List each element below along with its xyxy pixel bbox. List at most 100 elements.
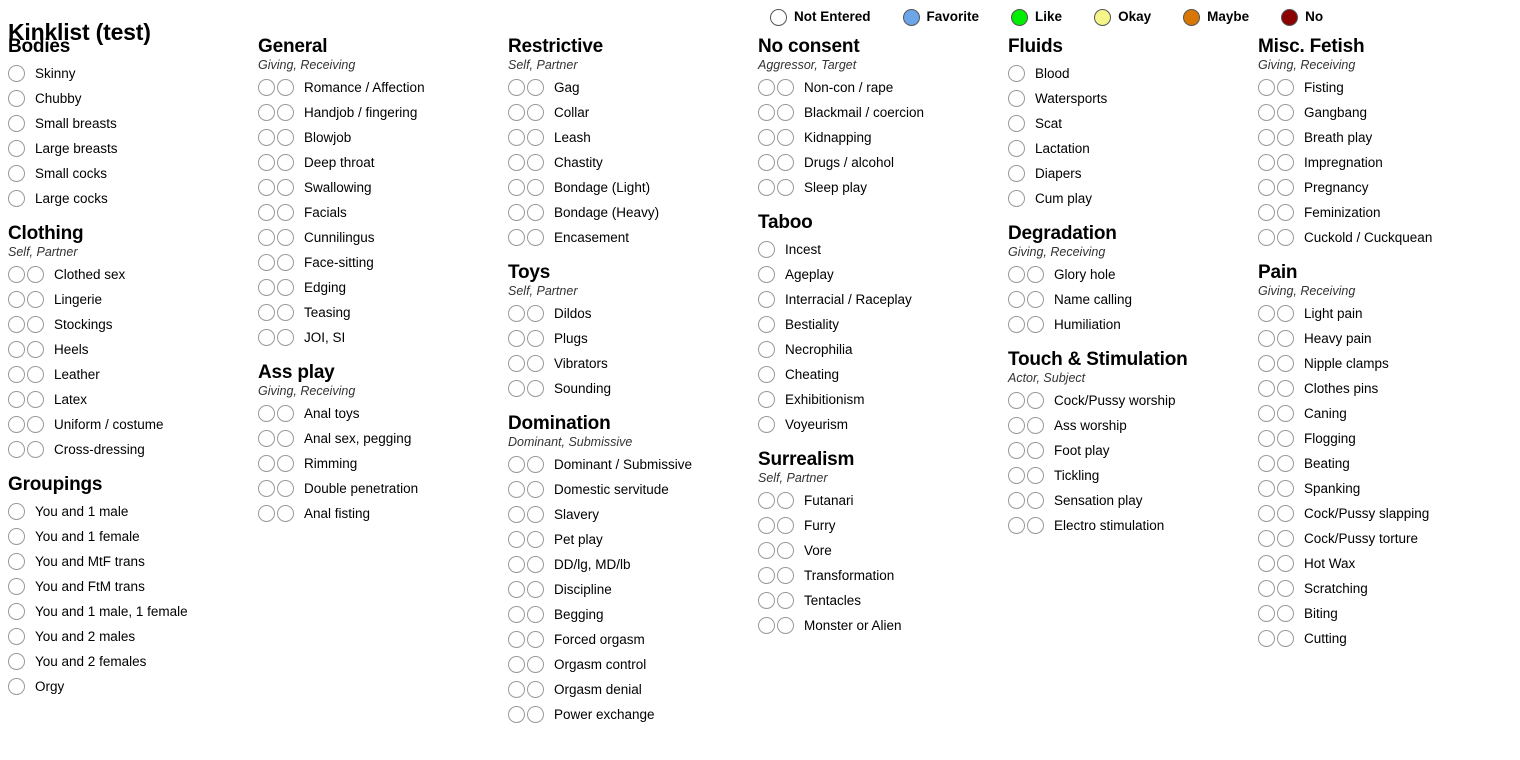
rating-choice-2[interactable]	[1027, 467, 1044, 484]
rating-choice-2[interactable]	[777, 567, 794, 584]
rating-choice-1[interactable]	[8, 391, 25, 408]
rating-choice-1[interactable]	[1258, 179, 1275, 196]
rating-choice-1[interactable]	[1008, 190, 1025, 207]
rating-choice-1[interactable]	[258, 430, 275, 447]
rating-choice-1[interactable]	[758, 366, 775, 383]
rating-choice-1[interactable]	[508, 79, 525, 96]
rating-choice-1[interactable]	[1258, 455, 1275, 472]
rating-choice-2[interactable]	[777, 154, 794, 171]
rating-choice-2[interactable]	[1277, 204, 1294, 221]
rating-choice-1[interactable]	[8, 678, 25, 695]
rating-choice-2[interactable]	[277, 505, 294, 522]
rating-choice-2[interactable]	[527, 104, 544, 121]
rating-choice-1[interactable]	[8, 65, 25, 82]
rating-choice-1[interactable]	[508, 656, 525, 673]
rating-choice-1[interactable]	[8, 578, 25, 595]
rating-choice-2[interactable]	[1027, 266, 1044, 283]
rating-choice-1[interactable]	[1258, 605, 1275, 622]
rating-choice-1[interactable]	[508, 606, 525, 623]
rating-choice-2[interactable]	[527, 229, 544, 246]
rating-choice-1[interactable]	[258, 79, 275, 96]
rating-choice-2[interactable]	[27, 341, 44, 358]
rating-choice-2[interactable]	[527, 129, 544, 146]
rating-choice-1[interactable]	[508, 581, 525, 598]
rating-choice-1[interactable]	[1258, 229, 1275, 246]
rating-choice-1[interactable]	[1258, 530, 1275, 547]
rating-choice-2[interactable]	[777, 104, 794, 121]
rating-choice-1[interactable]	[508, 380, 525, 397]
rating-choice-2[interactable]	[1277, 154, 1294, 171]
rating-choice-2[interactable]	[527, 606, 544, 623]
rating-choice-1[interactable]	[1258, 355, 1275, 372]
rating-choice-1[interactable]	[8, 628, 25, 645]
rating-choice-2[interactable]	[277, 254, 294, 271]
rating-choice-2[interactable]	[1277, 580, 1294, 597]
rating-choice-2[interactable]	[1027, 517, 1044, 534]
rating-choice-1[interactable]	[8, 165, 25, 182]
rating-choice-2[interactable]	[527, 706, 544, 723]
rating-choice-1[interactable]	[758, 129, 775, 146]
rating-choice-2[interactable]	[1027, 392, 1044, 409]
rating-choice-2[interactable]	[527, 681, 544, 698]
rating-choice-1[interactable]	[1008, 90, 1025, 107]
rating-choice-1[interactable]	[508, 531, 525, 548]
rating-choice-1[interactable]	[508, 305, 525, 322]
rating-choice-2[interactable]	[27, 441, 44, 458]
rating-choice-2[interactable]	[527, 179, 544, 196]
rating-choice-1[interactable]	[8, 441, 25, 458]
rating-choice-1[interactable]	[258, 129, 275, 146]
rating-choice-1[interactable]	[508, 506, 525, 523]
rating-choice-2[interactable]	[1277, 555, 1294, 572]
rating-choice-1[interactable]	[758, 291, 775, 308]
rating-choice-2[interactable]	[277, 480, 294, 497]
rating-choice-1[interactable]	[8, 416, 25, 433]
rating-choice-2[interactable]	[1277, 430, 1294, 447]
rating-choice-2[interactable]	[527, 330, 544, 347]
rating-choice-1[interactable]	[1008, 140, 1025, 157]
rating-choice-2[interactable]	[277, 430, 294, 447]
rating-choice-1[interactable]	[1008, 316, 1025, 333]
rating-choice-1[interactable]	[258, 104, 275, 121]
rating-choice-2[interactable]	[527, 380, 544, 397]
rating-choice-2[interactable]	[277, 179, 294, 196]
rating-choice-2[interactable]	[527, 305, 544, 322]
rating-choice-1[interactable]	[508, 104, 525, 121]
rating-choice-2[interactable]	[27, 416, 44, 433]
rating-choice-1[interactable]	[258, 480, 275, 497]
rating-choice-2[interactable]	[777, 492, 794, 509]
rating-choice-2[interactable]	[1277, 530, 1294, 547]
rating-choice-1[interactable]	[258, 154, 275, 171]
rating-choice-2[interactable]	[1277, 179, 1294, 196]
rating-choice-1[interactable]	[8, 366, 25, 383]
rating-choice-2[interactable]	[1027, 417, 1044, 434]
rating-choice-1[interactable]	[1258, 154, 1275, 171]
rating-choice-1[interactable]	[1008, 417, 1025, 434]
rating-choice-1[interactable]	[758, 266, 775, 283]
rating-choice-1[interactable]	[508, 631, 525, 648]
rating-choice-1[interactable]	[1008, 467, 1025, 484]
rating-choice-2[interactable]	[277, 329, 294, 346]
rating-choice-1[interactable]	[1008, 392, 1025, 409]
rating-choice-1[interactable]	[8, 553, 25, 570]
rating-choice-1[interactable]	[1008, 442, 1025, 459]
rating-choice-1[interactable]	[758, 241, 775, 258]
rating-choice-2[interactable]	[777, 179, 794, 196]
rating-choice-1[interactable]	[8, 140, 25, 157]
rating-choice-1[interactable]	[8, 528, 25, 545]
rating-choice-2[interactable]	[527, 204, 544, 221]
rating-choice-1[interactable]	[758, 341, 775, 358]
rating-choice-2[interactable]	[527, 631, 544, 648]
rating-choice-2[interactable]	[1027, 442, 1044, 459]
rating-choice-2[interactable]	[277, 405, 294, 422]
rating-choice-2[interactable]	[1277, 455, 1294, 472]
rating-choice-1[interactable]	[8, 190, 25, 207]
rating-choice-1[interactable]	[758, 592, 775, 609]
rating-choice-2[interactable]	[1277, 405, 1294, 422]
rating-choice-2[interactable]	[1027, 291, 1044, 308]
rating-choice-1[interactable]	[258, 304, 275, 321]
rating-choice-2[interactable]	[527, 355, 544, 372]
rating-choice-1[interactable]	[1258, 405, 1275, 422]
rating-choice-2[interactable]	[27, 366, 44, 383]
rating-choice-2[interactable]	[777, 129, 794, 146]
rating-choice-1[interactable]	[758, 154, 775, 171]
